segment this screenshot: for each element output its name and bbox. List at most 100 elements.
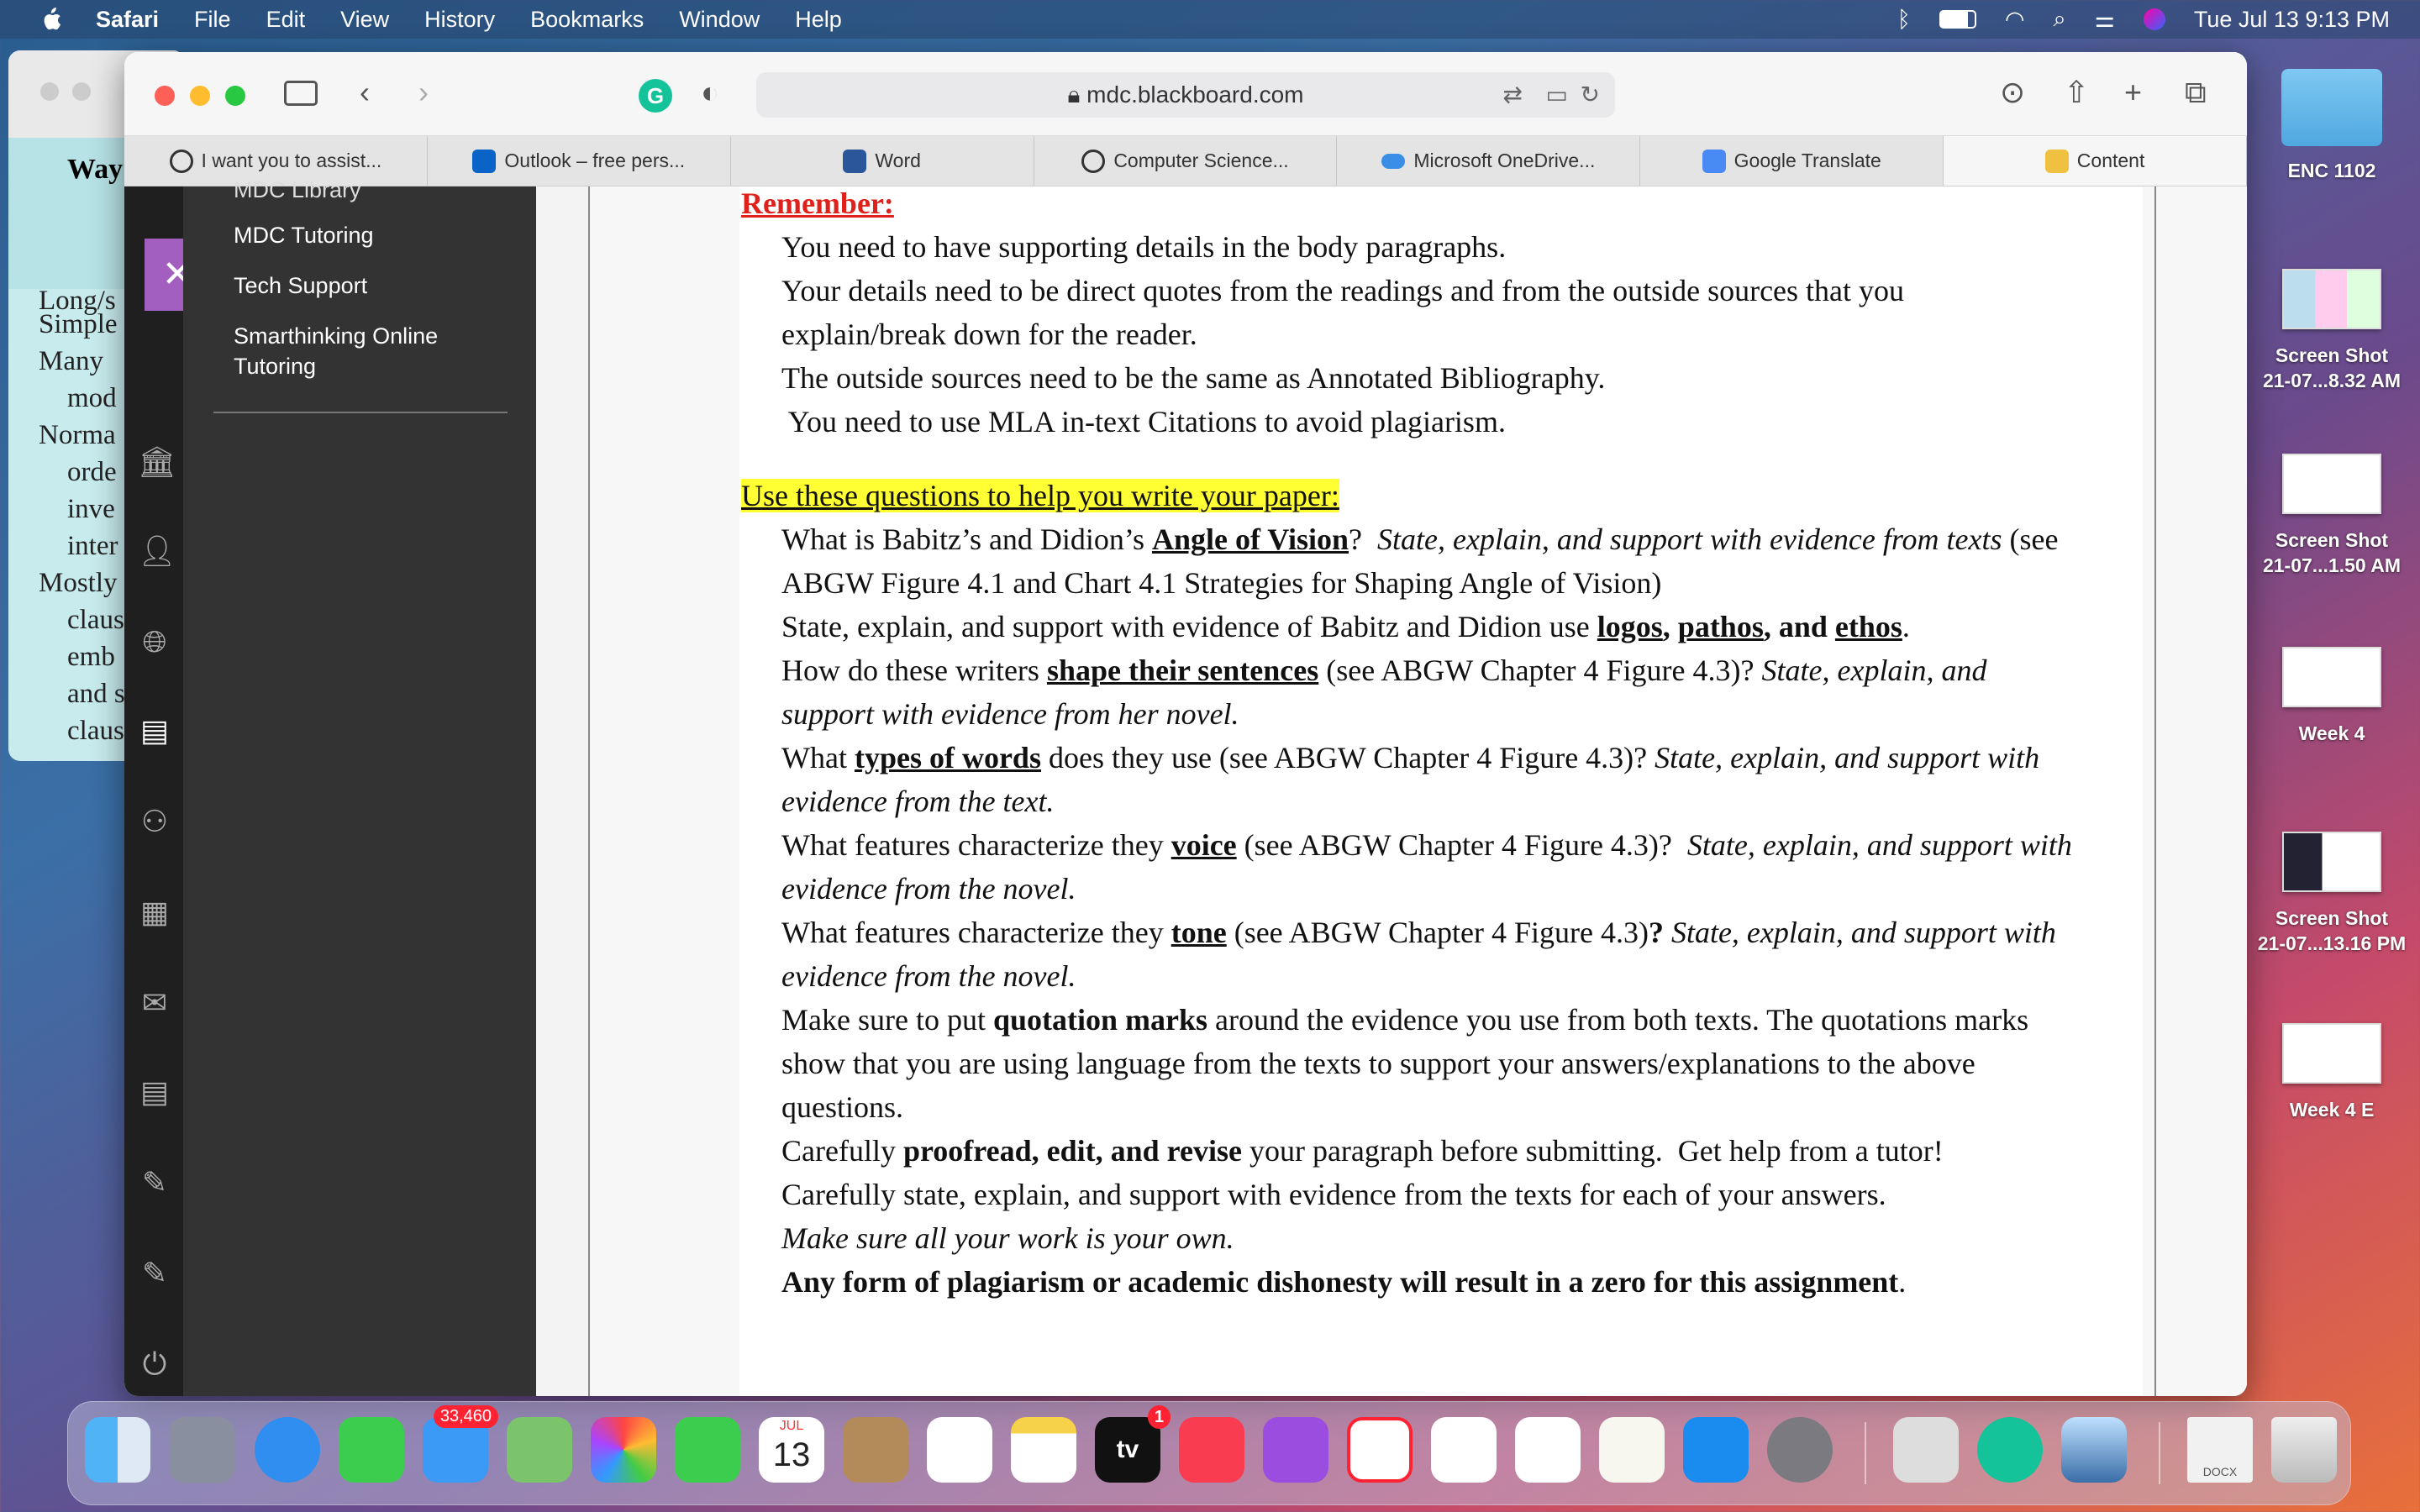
tab-onedrive[interactable]: Microsoft OneDrive... <box>1337 136 1641 186</box>
apple-tv-icon[interactable]: tv 1 <box>1095 1405 1171 1483</box>
apple-icon[interactable] <box>39 7 62 32</box>
translate-icon[interactable]: ⇄ <box>1503 72 1523 118</box>
desktop-file-week4e[interactable]: Week 4 E <box>2244 1023 2420 1122</box>
messages-icon[interactable]: ✉︎ <box>138 986 171 1020</box>
mail-icon[interactable]: 33,460 <box>423 1405 498 1483</box>
facetime-icon[interactable] <box>675 1417 740 1483</box>
menu-app-safari[interactable]: Safari <box>96 7 159 33</box>
organizations-icon[interactable]: ⚇ <box>138 805 171 838</box>
nav-divider <box>213 412 508 413</box>
photos-icon[interactable] <box>591 1417 656 1483</box>
back-icon[interactable]: ‹ <box>360 76 370 109</box>
tab-content[interactable]: Content <box>1944 136 2247 186</box>
desktop-folder-enc1102[interactable]: ENC 1102 <box>2244 69 2420 183</box>
numbers-icon[interactable] <box>1515 1417 1581 1483</box>
doc-line: Your details need to be direct quotes fr… <box>781 274 1905 307</box>
preview-icon[interactable] <box>2061 1417 2127 1483</box>
trash-icon[interactable] <box>2271 1417 2337 1483</box>
reload-icon[interactable]: ↻ <box>1581 72 1600 118</box>
zoom-window-button[interactable] <box>225 86 245 106</box>
tools-icon[interactable]: ✎ <box>138 1166 171 1200</box>
maps-icon[interactable] <box>507 1417 572 1483</box>
sidebar-toggle-icon[interactable] <box>284 81 318 106</box>
nav-smarthinking-line2[interactable]: Tutoring <box>234 351 316 381</box>
menu-help[interactable]: Help <box>795 7 842 33</box>
bg-line: claus <box>67 716 124 746</box>
close-window-button[interactable] <box>155 86 175 106</box>
nav-tech-support[interactable]: Tech Support <box>234 270 367 301</box>
podcasts-icon[interactable] <box>1263 1417 1328 1483</box>
menu-clock[interactable]: Tue Jul 13 9:13 PM <box>2194 7 2390 33</box>
news-icon[interactable] <box>1347 1417 1413 1483</box>
system-preferences-icon[interactable] <box>1767 1417 1833 1483</box>
share-icon[interactable]: ⇧ <box>2064 76 2089 109</box>
edit-icon[interactable]: ✎ <box>138 1257 171 1290</box>
menu-file[interactable]: File <box>194 7 231 33</box>
profile-icon[interactable]: 👤︎ <box>138 534 176 568</box>
downloads-icon[interactable]: ⊙ <box>2000 76 2025 109</box>
tab-overview-icon[interactable]: ⧉ <box>2185 76 2207 109</box>
new-tab-icon[interactable]: + <box>2124 76 2142 109</box>
address-bar[interactable]: 🔒︎ mdc.blackboard.com ⇄ ▭ ↻ <box>756 72 1615 118</box>
pages-icon[interactable] <box>1599 1417 1665 1483</box>
privacy-shield-icon[interactable]: ◐ <box>701 76 719 109</box>
forward-icon[interactable]: › <box>418 76 429 109</box>
siri-icon[interactable] <box>2143 8 2165 30</box>
doc-line: What types of words does they use (see A… <box>781 736 2039 780</box>
courses-icon[interactable]: ▤ <box>138 714 171 748</box>
wifi-icon[interactable]: ◠ <box>2005 7 2025 33</box>
desktop-screenshot-3[interactable]: Screen Shot 21-07...13.16 PM <box>2244 832 2420 956</box>
minimize-window-button[interactable] <box>190 86 210 106</box>
launchpad-icon[interactable] <box>169 1417 234 1483</box>
keynote-icon[interactable] <box>1431 1417 1497 1483</box>
menu-edit[interactable]: Edit <box>266 7 306 33</box>
nav-mdc-library[interactable]: MDC Library <box>234 175 361 205</box>
tab-outlook[interactable]: Outlook – free pers... <box>428 136 731 186</box>
text-run: logos <box>1597 610 1663 643</box>
sign-out-icon[interactable]: ⏻ <box>138 1347 171 1381</box>
calendar-icon[interactable]: ▦ <box>138 895 171 929</box>
menu-history[interactable]: History <box>424 7 495 33</box>
reader-icon[interactable]: ▭ <box>1546 72 1568 118</box>
tab-computer-science[interactable]: Computer Science... <box>1034 136 1338 186</box>
browser-toolbar: ‹ › G ◐ 🔒︎ mdc.blackboard.com ⇄ ▭ ↻ ⊙ ⇧ … <box>124 52 2247 136</box>
music-icon[interactable] <box>1179 1417 1244 1483</box>
app-store-icon[interactable] <box>1683 1417 1749 1483</box>
menu-window[interactable]: Window <box>679 7 760 33</box>
reminders-icon[interactable] <box>927 1417 992 1483</box>
doc-line: Any form of plagiarism or academic disho… <box>781 1260 1906 1304</box>
safari-icon[interactable] <box>255 1417 320 1483</box>
automator-icon[interactable] <box>1893 1417 1959 1483</box>
folder-icon <box>2281 69 2382 146</box>
control-center-icon[interactable]: ⚌ <box>2095 7 2115 33</box>
text-run: State, explain, and support with <box>1655 741 2040 774</box>
messages-icon[interactable] <box>339 1417 404 1483</box>
notes-icon[interactable] <box>1011 1417 1076 1483</box>
institution-nav-panel: MDC Library MDC Tutoring Tech Support Sm… <box>183 177 536 1396</box>
nav-smarthinking[interactable]: Smarthinking Online <box>234 321 438 351</box>
desktop-file-week4[interactable]: Week 4 <box>2244 647 2420 746</box>
bg-line: emb <box>67 642 115 672</box>
battery-icon[interactable] <box>1939 10 1976 29</box>
grammarly-icon[interactable] <box>1977 1417 2043 1483</box>
desktop-screenshot-2[interactable]: Screen Shot 21-07...1.50 AM <box>2244 454 2420 578</box>
grammarly-extension-icon[interactable]: G <box>639 79 672 113</box>
desktop-screenshot-1[interactable]: Screen Shot 21-07...8.32 AM <box>2244 269 2420 393</box>
contacts-icon[interactable] <box>843 1417 908 1483</box>
institution-icon[interactable]: 🏛︎ <box>138 445 176 479</box>
tab-google-translate[interactable]: Google Translate <box>1640 136 1944 186</box>
nav-mdc-tutoring[interactable]: MDC Tutoring <box>234 220 374 250</box>
tab-word[interactable]: Word <box>731 136 1034 186</box>
menu-view[interactable]: View <box>340 7 389 33</box>
bluetooth-icon[interactable]: ᛒ <box>1897 7 1911 33</box>
search-icon[interactable]: ⌕ <box>2054 6 2066 33</box>
calendar-icon[interactable]: JUL 13 <box>759 1417 824 1483</box>
doc-line: What features characterize they voice (s… <box>781 823 2072 867</box>
remember-heading: Remember: <box>741 186 894 220</box>
globe-icon[interactable]: 🌐︎ <box>138 625 171 659</box>
menu-bookmarks[interactable]: Bookmarks <box>530 7 644 33</box>
finder-icon[interactable] <box>85 1417 150 1483</box>
docx-file-icon[interactable]: DOCX <box>2187 1417 2253 1483</box>
text-run: What is Babitz’s and Didion’s <box>781 522 1152 556</box>
grades-icon[interactable]: ▤ <box>138 1075 171 1109</box>
